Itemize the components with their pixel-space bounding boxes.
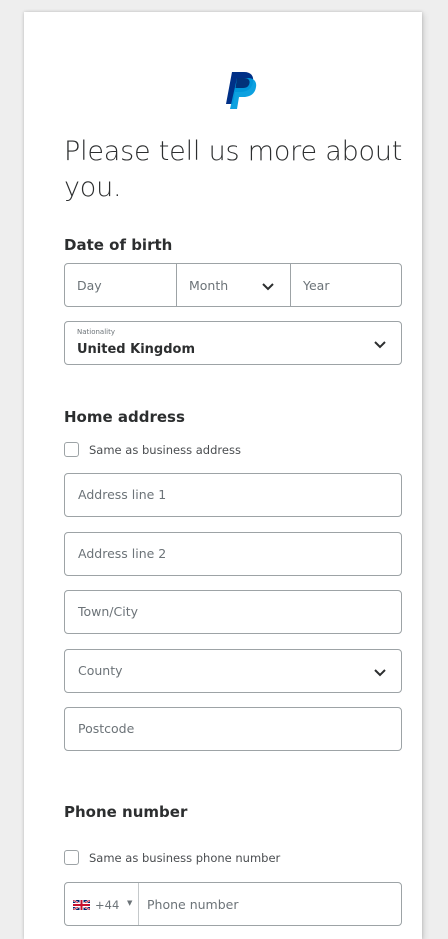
address-line-1-placeholder: Address line 1	[78, 487, 167, 502]
caret-down-icon: ▼	[127, 899, 133, 907]
same-as-business-address-checkbox[interactable]	[64, 442, 79, 457]
dob-year-placeholder: Year	[303, 278, 330, 293]
address-line-2-input[interactable]: Address line 2	[64, 532, 402, 576]
county-select[interactable]: County	[64, 649, 402, 693]
address-line-2-placeholder: Address line 2	[78, 546, 167, 561]
same-as-business-address-row[interactable]: Same as business address	[64, 442, 241, 457]
signup-form-page: Please tell us more about you. Date of b…	[24, 12, 422, 939]
postcode-input[interactable]: Postcode	[64, 707, 402, 751]
date-of-birth-heading: Date of birth	[64, 236, 173, 254]
nationality-select[interactable]: Nationality United Kingdom	[64, 321, 402, 365]
same-as-business-address-label: Same as business address	[89, 442, 241, 457]
nationality-label: Nationality	[77, 328, 116, 336]
address-line-1-input[interactable]: Address line 1	[64, 473, 402, 517]
dob-month-placeholder: Month	[189, 278, 229, 293]
dob-year-input[interactable]: Year	[291, 264, 401, 306]
country-code-value: +44	[95, 898, 120, 912]
same-as-business-phone-row[interactable]: Same as business phone number	[64, 850, 280, 865]
date-of-birth-group: Day Month Year	[64, 263, 402, 307]
county-placeholder: County	[78, 663, 123, 678]
phone-number-heading: Phone number	[64, 803, 188, 821]
chevron-down-icon	[374, 341, 386, 349]
same-as-business-phone-checkbox[interactable]	[64, 850, 79, 865]
uk-flag-icon	[73, 900, 90, 910]
phone-number-placeholder: Phone number	[147, 897, 239, 912]
chevron-down-icon	[262, 283, 274, 291]
country-code-select[interactable]: +44 ▼	[65, 883, 139, 925]
phone-number-field: +44 ▼ Phone number	[64, 882, 402, 926]
town-city-placeholder: Town/City	[78, 604, 139, 619]
nationality-value: United Kingdom	[77, 342, 196, 357]
town-city-input[interactable]: Town/City	[64, 590, 402, 634]
same-as-business-phone-label: Same as business phone number	[89, 850, 281, 865]
paypal-logo-icon	[226, 72, 257, 109]
dob-month-select[interactable]: Month	[177, 264, 291, 306]
home-address-heading: Home address	[64, 408, 185, 426]
chevron-down-icon	[374, 669, 386, 677]
dob-day-placeholder: Day	[77, 278, 102, 293]
dob-day-input[interactable]: Day	[65, 264, 177, 306]
postcode-placeholder: Postcode	[78, 721, 135, 736]
page-title: Please tell us more about you.	[64, 136, 403, 203]
